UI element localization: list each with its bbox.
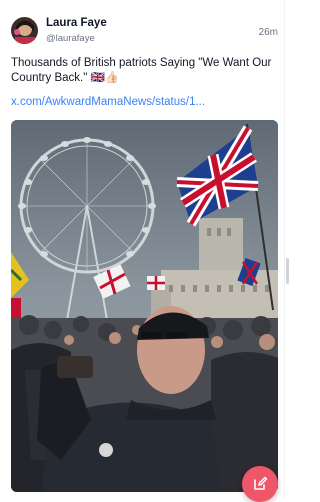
- post-timestamp: 26m: [258, 27, 278, 38]
- feed-frame: Laura Faye @laurafaye 26m Thousands of B…: [0, 0, 284, 500]
- column-divider: [284, 0, 285, 500]
- author-handle[interactable]: @laurafaye: [46, 33, 95, 44]
- post-text: Thousands of British patriots Saying "We…: [11, 57, 272, 84]
- compose-button[interactable]: [242, 466, 278, 502]
- crowd-shape: [11, 306, 278, 492]
- post-link[interactable]: x.com/AwkwardMamaNews/status/1...: [11, 96, 273, 108]
- scrollbar[interactable]: [286, 258, 289, 284]
- edit-icon: [254, 476, 268, 490]
- avatar[interactable]: [11, 17, 38, 44]
- author-name[interactable]: Laura Faye: [46, 17, 107, 29]
- post-video[interactable]: [11, 120, 278, 492]
